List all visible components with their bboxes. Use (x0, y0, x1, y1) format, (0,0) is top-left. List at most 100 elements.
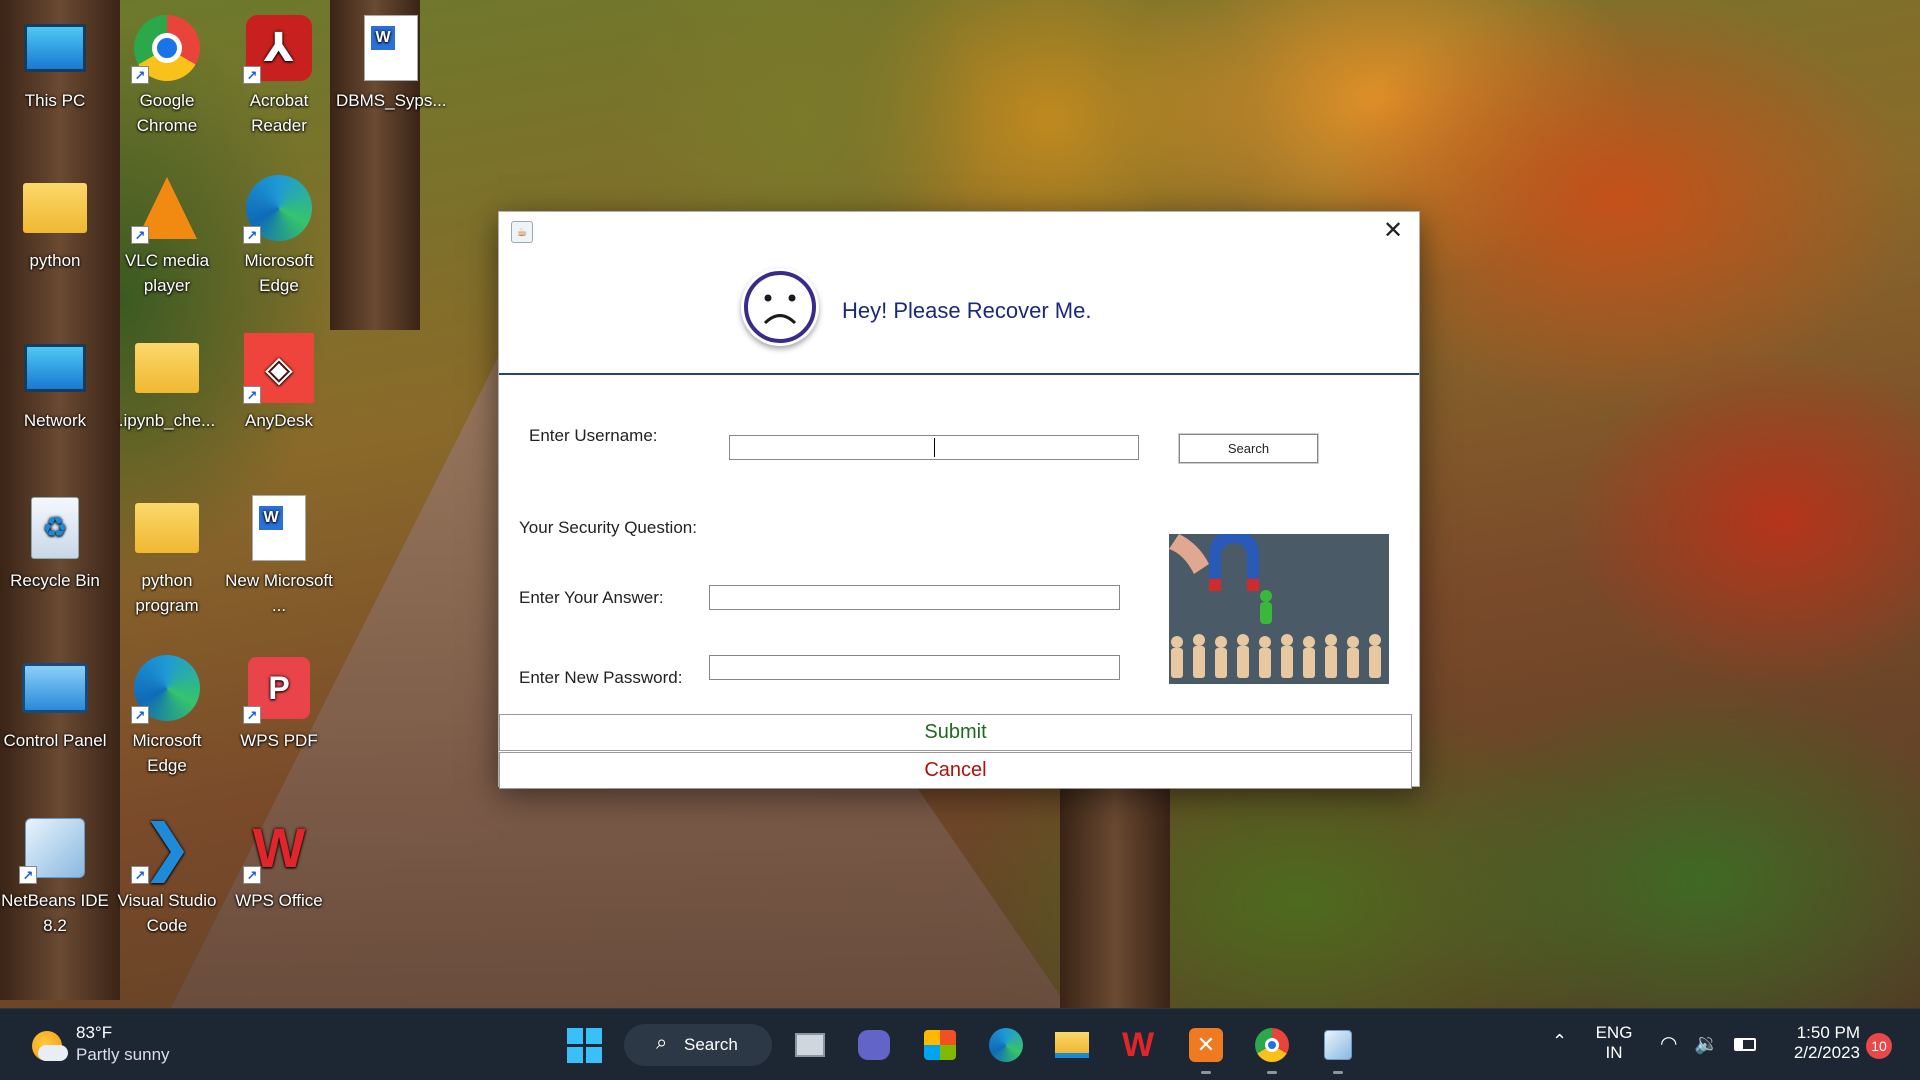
desktop-icon-anydesk[interactable]: ◈ ↗ AnyDesk (224, 326, 334, 433)
language-label: ENG (1595, 1023, 1633, 1042)
wps-office-icon: W ↗ (243, 812, 315, 884)
desktop-icon-label: WPS PDF (240, 731, 318, 750)
desktop-icon-label: Google Chrome (136, 91, 198, 135)
desktop-icon-recycle-bin[interactable]: ♻ Recycle Bin (0, 486, 110, 593)
username-label: Enter Username: (529, 426, 658, 445)
language-indicator[interactable]: ENG IN (1592, 1023, 1636, 1063)
edge-icon: ↗ (243, 172, 315, 244)
close-button[interactable]: ✕ (1367, 212, 1419, 252)
xampp-icon[interactable]: ✕ (1184, 1023, 1228, 1067)
desktop-icon-label: python (29, 251, 81, 270)
cancel-button[interactable]: Cancel (499, 752, 1412, 789)
header-divider (499, 373, 1419, 375)
desktop-icon-edge-2[interactable]: ↗ Microsoft Edge (112, 646, 222, 778)
weather-description: Partly sunny (76, 1045, 170, 1064)
desktop-icon-label: Recycle Bin (10, 571, 100, 590)
battery-icon[interactable] (1734, 1038, 1756, 1051)
file-explorer-icon[interactable] (1050, 1023, 1094, 1067)
desktop-icon-label: Visual Studio Code (117, 891, 217, 935)
answer-label: Enter Your Answer: (519, 588, 664, 607)
dialog-titlebar[interactable]: ☕ ✕ (499, 212, 1419, 252)
desktop-icon-acrobat-reader[interactable]: ⅄ ↗ Acrobat Reader (224, 6, 334, 138)
desktop-icon-label: New Microsoft ... (225, 571, 333, 615)
bridge-post (1060, 780, 1170, 1010)
desktop-icon-this-pc[interactable]: This PC (0, 6, 110, 113)
sad-face-icon (741, 268, 819, 346)
desktop-icon-python-program-folder[interactable]: python program (112, 486, 222, 618)
word-doc-icon: W (243, 492, 315, 564)
control-panel-icon (19, 652, 91, 724)
show-hidden-icons-chevron-icon[interactable]: ⌃ (1552, 1031, 1567, 1052)
wifi-icon[interactable]: ◠ (1660, 1031, 1677, 1056)
desktop-icon-edge[interactable]: ↗ Microsoft Edge (224, 166, 334, 298)
clock-date: 2/2/2023 (1793, 1043, 1860, 1062)
desktop-icon-dbms-file[interactable]: W DBMS_Syps... (336, 6, 447, 113)
search-button[interactable]: Search (1179, 434, 1318, 463)
teams-chat-icon[interactable] (852, 1023, 896, 1067)
vscode-icon: ❯ ↗ (131, 812, 203, 884)
taskbar-search-label: Search (684, 1035, 738, 1054)
desktop-icon-label: Network (23, 411, 87, 430)
acrobat-icon: ⅄ ↗ (243, 12, 315, 84)
recruitment-magnet-image (1169, 534, 1389, 684)
desktop-icon-label: .ipynb_che... (118, 411, 216, 430)
answer-input[interactable] (709, 585, 1120, 610)
desktop-icon-vlc[interactable]: ↗ VLC media player (112, 166, 222, 298)
folder-icon (19, 172, 91, 244)
running-indicator (1201, 1071, 1211, 1074)
desktop-icon-label: DBMS_Syps... (336, 91, 447, 110)
edge-icon: ↗ (131, 652, 203, 724)
folder-icon (131, 332, 203, 404)
weather-temperature: 83°F (76, 1023, 113, 1042)
desktop-icon-label: This PC (24, 91, 86, 110)
running-indicator (1267, 1071, 1277, 1074)
microsoft-store-icon[interactable] (918, 1023, 962, 1067)
desktop-icon-new-microsoft-doc[interactable]: W New Microsoft ... (224, 486, 334, 618)
desktop-icon-control-panel[interactable]: Control Panel (0, 646, 110, 753)
text-caret (934, 438, 935, 457)
new-password-label: Enter New Password: (519, 668, 683, 687)
folder-icon (131, 492, 203, 564)
cloud-icon (38, 1045, 68, 1061)
submit-button[interactable]: Submit (499, 714, 1412, 751)
vlc-icon: ↗ (131, 172, 203, 244)
word-doc-icon: W (355, 12, 427, 84)
chrome-icon[interactable] (1250, 1023, 1294, 1067)
taskbar-search-box[interactable]: ⌕ Search (624, 1024, 772, 1066)
desktop-icon-wps-pdf[interactable]: P ↗ WPS PDF (224, 646, 334, 753)
task-view-icon[interactable] (788, 1023, 832, 1067)
desktop-icon-vscode[interactable]: ❯ ↗ Visual Studio Code (112, 806, 222, 938)
running-indicator (1333, 1071, 1343, 1074)
desktop-icon-label: WPS Office (235, 891, 323, 910)
desktop-icon-label: AnyDesk (244, 411, 314, 430)
recycle-bin-icon: ♻ (19, 492, 91, 564)
taskbar: 83°F Partly sunny ⌕ Search W ✕ ⌃ ENG IN … (0, 1008, 1920, 1080)
java-app-icon: ☕ (511, 221, 533, 243)
windows-start-icon[interactable] (562, 1023, 606, 1067)
netbeans-icon[interactable] (1316, 1023, 1360, 1067)
desktop-icon-label: Acrobat Reader (249, 91, 309, 135)
clock[interactable]: 1:50 PM 2/2/2023 (1770, 1023, 1860, 1063)
wps-office-icon[interactable]: W (1116, 1023, 1160, 1067)
anydesk-icon: ◈ ↗ (243, 332, 315, 404)
desktop-icon-ipynb-folder[interactable]: .ipynb_che... (112, 326, 222, 433)
desktop-icon-label: NetBeans IDE 8.2 (1, 891, 109, 935)
chrome-icon: ↗ (131, 12, 203, 84)
volume-icon[interactable]: 🔉 (1694, 1031, 1719, 1056)
desktop-icon-label: python program (135, 571, 199, 615)
desktop-icon-netbeans[interactable]: ↗ NetBeans IDE 8.2 (0, 806, 110, 938)
edge-icon[interactable] (984, 1023, 1028, 1067)
desktop-icon-label: VLC media player (124, 251, 210, 295)
desktop-icon-label: Control Panel (3, 731, 107, 750)
new-password-input[interactable] (709, 655, 1120, 680)
netbeans-icon: ↗ (19, 812, 91, 884)
desktop-icon-google-chrome[interactable]: ↗ Google Chrome (112, 6, 222, 138)
weather-widget[interactable]: 83°F Partly sunny (28, 1021, 188, 1069)
desktop-icon-network[interactable]: Network (0, 326, 110, 433)
region-label: IN (1605, 1043, 1623, 1062)
notification-badge[interactable]: 10 (1866, 1033, 1892, 1059)
dialog-heading: Hey! Please Recover Me. (842, 298, 1092, 323)
desktop-icon-wps-office[interactable]: W ↗ WPS Office (224, 806, 334, 913)
desktop-icon-python-folder[interactable]: python (0, 166, 110, 273)
desktop-icon-label: Microsoft Edge (132, 731, 202, 775)
